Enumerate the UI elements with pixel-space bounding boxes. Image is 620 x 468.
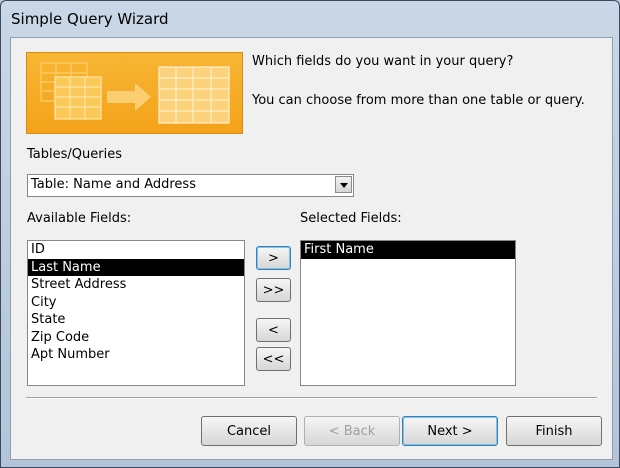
remove-field-button[interactable]: < <box>256 318 291 342</box>
add-all-fields-button[interactable]: >> <box>256 278 291 302</box>
dropdown-arrow-icon[interactable] <box>335 176 352 193</box>
wizard-illustration <box>26 52 243 134</box>
add-field-button[interactable]: > <box>256 246 291 270</box>
cancel-button[interactable]: Cancel <box>201 416 297 446</box>
instruction-hint: You can choose from more than one table … <box>252 93 585 108</box>
available-fields-label: Available Fields: <box>27 211 132 226</box>
list-item[interactable]: Apt Number <box>28 346 244 364</box>
selected-fields-label: Selected Fields: <box>300 211 402 226</box>
title-bar[interactable]: Simple Query Wizard <box>1 1 619 37</box>
finish-button[interactable]: Finish <box>506 416 602 446</box>
list-item[interactable]: ID <box>28 241 244 259</box>
list-item[interactable]: First Name <box>301 241 515 259</box>
list-item[interactable]: Zip Code <box>28 329 244 347</box>
tables-queries-dropdown[interactable]: Table: Name and Address <box>27 174 354 197</box>
list-item[interactable]: City <box>28 294 244 312</box>
footer-divider <box>26 397 597 399</box>
wizard-window: Simple Query Wizard Which fields do you … <box>0 0 620 468</box>
table-to-query-icon <box>40 62 230 124</box>
instruction-question: Which fields do you want in your query? <box>252 54 514 69</box>
tables-queries-label: Tables/Queries <box>27 147 122 162</box>
list-item[interactable]: Last Name <box>28 258 244 276</box>
list-item[interactable]: Street Address <box>28 276 244 294</box>
next-button[interactable]: Next > <box>402 416 498 446</box>
back-button[interactable]: < Back <box>304 416 400 446</box>
window-title: Simple Query Wizard <box>11 10 169 28</box>
selected-fields-list[interactable]: First Name <box>300 240 516 386</box>
wizard-content: Which fields do you want in your query? … <box>10 37 613 460</box>
tables-queries-value: Table: Name and Address <box>31 177 196 192</box>
list-item[interactable]: State <box>28 311 244 329</box>
remove-all-fields-button[interactable]: << <box>256 347 291 371</box>
available-fields-list[interactable]: ID Last Name Street Address City State Zip Co… <box>27 240 245 386</box>
